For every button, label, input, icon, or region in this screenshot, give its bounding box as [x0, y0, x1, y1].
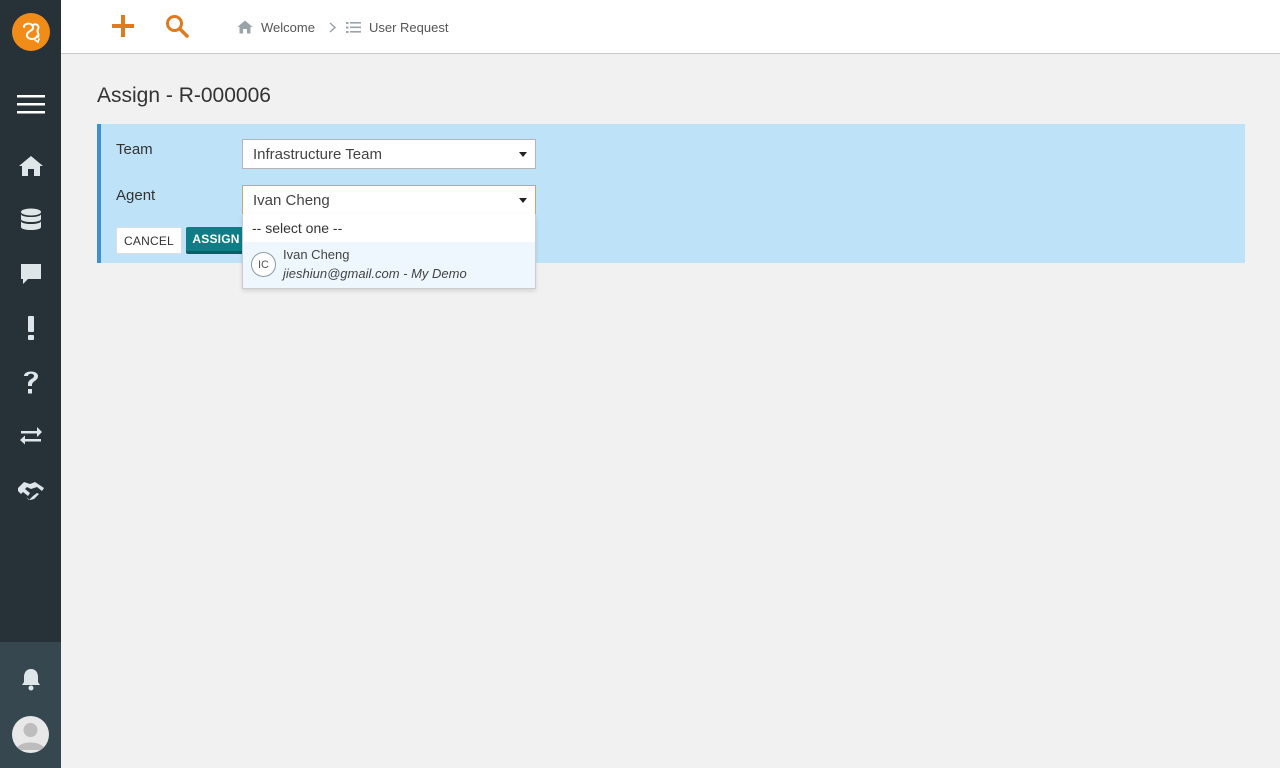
- sidebar-item-menu[interactable]: [0, 84, 61, 124]
- sidebar-item-home[interactable]: [0, 146, 61, 186]
- sidebar: [0, 0, 61, 768]
- agent-option-subtitle: jieshiun@gmail.com - My Demo: [283, 266, 467, 281]
- question-icon: [23, 371, 38, 394]
- top-bar: Welcome User Request: [61, 0, 1280, 54]
- profile-avatar[interactable]: [12, 716, 49, 753]
- sidebar-item-changes[interactable]: [0, 415, 61, 455]
- hamburger-menu-icon: [16, 95, 45, 114]
- breadcrumb-user-request[interactable]: User Request: [345, 19, 449, 35]
- transfer-icon: [19, 427, 42, 445]
- caret-down-icon: [519, 198, 527, 203]
- search-button[interactable]: [161, 10, 193, 42]
- sidebar-item-messages[interactable]: [0, 254, 61, 294]
- dropdown-option-agent[interactable]: IC Ivan Cheng jieshiun@gmail.com - My De…: [243, 242, 535, 288]
- exclamation-icon: [27, 316, 34, 340]
- agent-select[interactable]: Ivan Cheng: [242, 185, 536, 215]
- bell-icon: [21, 669, 40, 691]
- assign-button[interactable]: ASSIGN: [186, 227, 246, 254]
- database-icon: [20, 208, 41, 230]
- list-icon: [345, 21, 361, 33]
- page-title: Assign - R-000006: [97, 84, 271, 107]
- sidebar-item-help[interactable]: [0, 362, 61, 402]
- handshake-icon: [17, 482, 44, 500]
- logo-icon: [23, 22, 40, 44]
- team-label: Team: [116, 141, 153, 158]
- sidebar-bottom: [0, 642, 61, 768]
- team-select[interactable]: Infrastructure Team: [242, 139, 536, 169]
- sidebar-item-incidents[interactable]: [0, 308, 61, 348]
- agent-option-name: Ivan Cheng: [283, 247, 350, 262]
- breadcrumb-label: User Request: [368, 19, 449, 35]
- agent-dropdown-list: -- select one -- IC Ivan Cheng jieshiun@…: [242, 214, 536, 289]
- dropdown-option-placeholder[interactable]: -- select one --: [252, 220, 342, 236]
- chevron-right-icon: [329, 21, 336, 33]
- breadcrumb-label: Welcome: [261, 19, 315, 35]
- sidebar-item-database[interactable]: [0, 200, 61, 240]
- plus-icon: [112, 15, 134, 37]
- home-icon: [18, 156, 43, 176]
- cancel-button[interactable]: CANCEL: [116, 227, 182, 254]
- team-select-value: Infrastructure Team: [253, 145, 382, 163]
- sidebar-item-notifications[interactable]: [0, 659, 61, 699]
- chat-icon: [20, 264, 41, 284]
- caret-down-icon: [519, 152, 527, 157]
- sidebar-item-agreements[interactable]: [0, 470, 61, 510]
- breadcrumb: Welcome User Request: [237, 18, 448, 36]
- search-icon: [166, 15, 189, 38]
- app-logo[interactable]: [12, 13, 50, 51]
- agent-select-value: Ivan Cheng: [253, 191, 330, 209]
- new-button[interactable]: [107, 10, 139, 42]
- breadcrumb-welcome[interactable]: Welcome: [237, 20, 315, 35]
- avatar-icon: [16, 723, 45, 750]
- agent-initials-avatar: IC: [251, 252, 276, 277]
- home-icon: [237, 20, 253, 34]
- agent-label: Agent: [116, 187, 156, 204]
